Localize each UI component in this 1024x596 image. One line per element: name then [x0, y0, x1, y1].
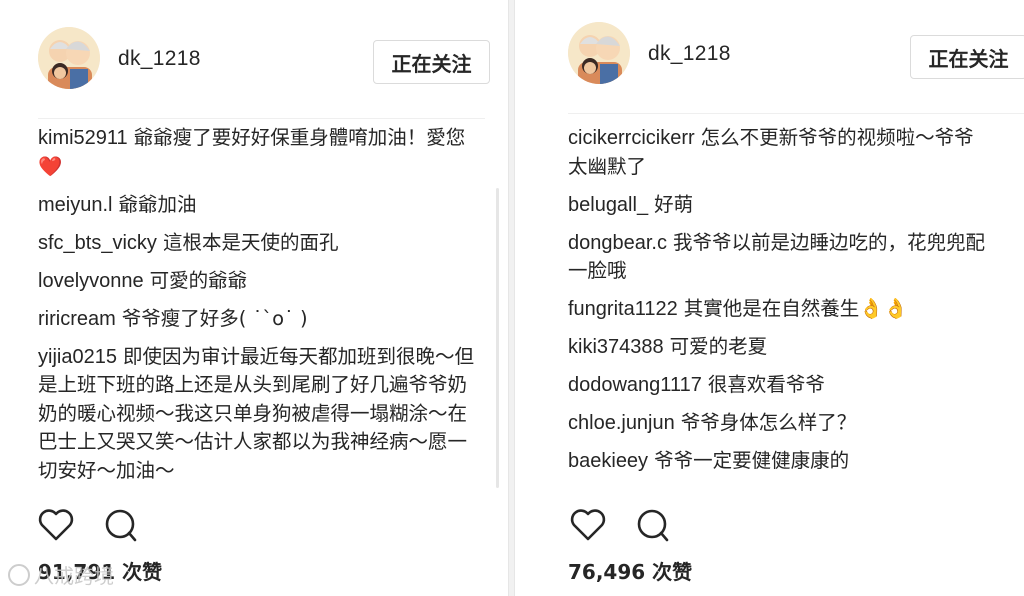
comment-item: fungrita1122 其實他是在自然養生👌👌 [568, 295, 988, 324]
comment-item: chloe.junjun 爷爷身体怎么样了？ [568, 409, 988, 438]
post-panel-left: dk_1218 正在关注 kimi52911 爺爺瘦了要好好保重身體唷加油！愛您❤… [0, 0, 505, 596]
comment-scrollbar[interactable] [496, 188, 499, 488]
avatar[interactable] [568, 22, 630, 84]
divider [568, 113, 1024, 114]
comment-text: 爷爷一定要健健康康的 [654, 449, 850, 472]
following-button[interactable]: 正在关注 [373, 40, 490, 84]
comment-text: 爺爺加油 [118, 192, 197, 216]
watermark: 八戒跨境 [8, 560, 114, 589]
comment-text: 可愛的爺爺 [149, 268, 248, 292]
comment-text: 可爱的老夏 [669, 335, 768, 358]
comment-item: dongbear.c 我爷爷以前是边睡边吃的，花兜兜配一脸哦 [568, 229, 988, 286]
comment-text: 很喜欢看爷爷 [707, 373, 825, 396]
post-actions [36, 505, 156, 545]
avatar-illustration-icon [38, 27, 100, 89]
comment-item: kimi52911 爺爺瘦了要好好保重身體唷加油！愛您❤️ [38, 124, 478, 181]
comment-username[interactable]: fungrita1122 [568, 298, 678, 320]
comment-text: 其實他是在自然養生👌👌 [683, 297, 908, 320]
comment-username[interactable]: baekieey [568, 450, 648, 472]
panel-divider [508, 0, 515, 596]
comment-username[interactable]: dodowang1117 [568, 374, 702, 396]
comment-username[interactable]: yijia0215 [38, 346, 117, 368]
username[interactable]: dk_1218 [648, 42, 731, 66]
comment-item: sfc_bts_vicky 這根本是天使的面孔 [38, 229, 478, 258]
comment-icon[interactable] [100, 505, 140, 545]
comment-item: lovelyvonne 可愛的爺爺 [38, 267, 478, 296]
following-button[interactable]: 正在关注 [910, 35, 1024, 79]
comment-username[interactable]: sfc_bts_vicky [38, 232, 157, 254]
comment-username[interactable]: kiki374388 [568, 336, 664, 358]
comment-username[interactable]: cicikerrcicikerr [568, 127, 695, 149]
comment-item: cicikerrcicikerr 怎么不更新爷爷的视频啦～爷爷太幽默了 [568, 124, 988, 181]
comment-item: yijia0215 即使因为审计最近每天都加班到很晚～但是上班下班的路上还是从头到… [38, 343, 478, 486]
comment-icon[interactable] [632, 505, 672, 545]
watermark-text: 八戒跨境 [34, 564, 114, 588]
post-panel-right: dk_1218 正在关注 cicikerrcicikerr 怎么不更新爷爷的视频啦… [515, 0, 1024, 596]
heart-icon[interactable] [36, 505, 76, 545]
comment-item: baekieey 爷爷一定要健健康康的 [568, 447, 988, 476]
heart-icon[interactable] [568, 505, 608, 545]
comment-list: cicikerrcicikerr 怎么不更新爷爷的视频啦～爷爷太幽默了 belug… [568, 124, 988, 485]
comment-username[interactable]: meiyun.l [38, 194, 112, 216]
post-header: dk_1218 正在关注 [0, 22, 505, 92]
comment-list: kimi52911 爺爺瘦了要好好保重身體唷加油！愛您❤️ meiyun.l 爺爺加… [38, 124, 478, 495]
comment-username[interactable]: dongbear.c [568, 232, 667, 254]
comment-item: belugall_ 好萌 [568, 191, 988, 220]
post-actions [568, 505, 688, 545]
comment-username[interactable]: kimi52911 [38, 127, 128, 149]
like-count[interactable]: 76,496 次赞 [568, 556, 692, 585]
comment-item: dodowang1117 很喜欢看爷爷 [568, 371, 988, 400]
avatar-illustration-icon [568, 22, 630, 84]
comment-username[interactable]: riricream [38, 308, 116, 330]
comment-item: riricream 爷爷瘦了好多( ˙`o˙ ) [38, 305, 478, 334]
watermark-logo-icon [8, 563, 30, 586]
post-header: dk_1218 正在关注 [515, 22, 1024, 92]
comment-item: meiyun.l 爺爺加油 [38, 191, 478, 220]
comment-item: kiki374388 可爱的老夏 [568, 333, 988, 362]
avatar[interactable] [38, 27, 100, 89]
comment-text: 好萌 [654, 192, 694, 216]
comment-username[interactable]: chloe.junjun [568, 412, 675, 434]
comment-text: 這根本是天使的面孔 [162, 230, 339, 254]
comment-username[interactable]: lovelyvonne [38, 270, 144, 292]
divider [38, 118, 485, 119]
comment-text: 爷爷瘦了好多( ˙`o˙ ) [121, 306, 308, 330]
username[interactable]: dk_1218 [118, 47, 201, 71]
comment-username[interactable]: belugall_ [568, 194, 648, 216]
comment-text: 爷爷身体怎么样了？ [680, 411, 857, 434]
